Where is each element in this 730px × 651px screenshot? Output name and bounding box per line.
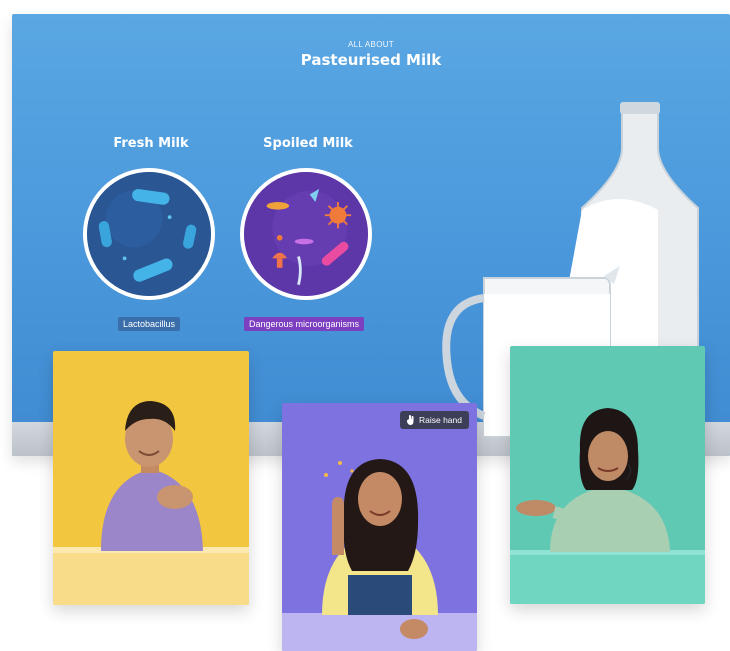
lactobacillus-illustration bbox=[87, 172, 211, 296]
student-video-tile-girl[interactable]: Raise hand bbox=[282, 403, 477, 651]
slide-title: Pasteurised Milk bbox=[300, 51, 442, 69]
spoiled-milk-label: Dangerous microorganisms bbox=[244, 317, 365, 331]
girl-student-photo bbox=[282, 403, 477, 651]
slide-eyebrow: ALL ABOUT bbox=[348, 40, 394, 49]
teacher-photo bbox=[510, 346, 705, 604]
hand-icon bbox=[406, 415, 414, 425]
student-video-tile-boy[interactable] bbox=[53, 351, 249, 605]
fresh-milk-title: Fresh Milk bbox=[113, 136, 189, 151]
teacher-video-tile[interactable] bbox=[510, 346, 705, 604]
spoiled-milk-title: Spoiled Milk bbox=[263, 136, 353, 151]
fresh-milk-label: Lactobacillus bbox=[118, 317, 181, 331]
fresh-milk-microscope-view bbox=[83, 168, 215, 300]
raise-hand-button[interactable]: Raise hand bbox=[399, 411, 469, 429]
boy-student-photo bbox=[53, 351, 249, 605]
microorganisms-illustration bbox=[244, 172, 368, 296]
spoiled-milk-microscope-view bbox=[240, 168, 372, 300]
raise-hand-label: Raise hand bbox=[418, 415, 462, 425]
